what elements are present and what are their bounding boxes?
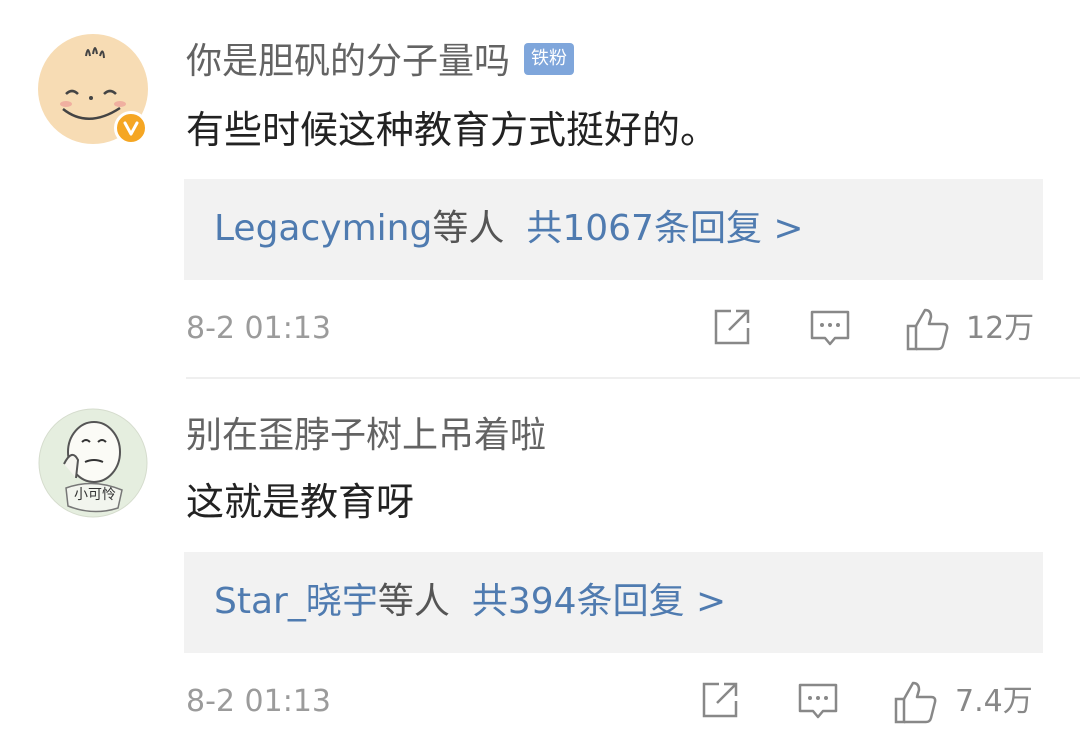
avatar[interactable]: 小可怜	[38, 408, 148, 518]
comment-item: 小可怜 别在歪脖子树上吊着啦 这就是教育呀 Star_晓宇等人 共394条回复 >…	[0, 378, 1080, 750]
reply-count-link[interactable]: 共1067条回复 >	[526, 208, 803, 249]
comment-content: 这就是教育呀	[186, 480, 415, 524]
fan-badge: 铁粉	[524, 43, 575, 75]
username[interactable]: 你是胆矾的分子量吗 铁粉	[186, 41, 575, 82]
thumbs-up-icon	[906, 308, 949, 351]
comment-icon	[798, 683, 838, 719]
like-button[interactable]	[892, 679, 938, 729]
username[interactable]: 别在歪脖子树上吊着啦	[186, 418, 546, 454]
reply-usernames[interactable]: Legacyming	[214, 208, 432, 249]
username-text[interactable]: 你是胆矾的分子量吗	[186, 41, 510, 82]
share-icon	[714, 309, 750, 345]
replies-summary[interactable]: Star_晓宇等人 共394条回复 >	[214, 584, 726, 620]
comment-meta: 8-2 01:13 12万	[0, 306, 1080, 356]
comment-content: 有些时候这种教育方式挺好的。	[186, 108, 719, 152]
comment-item: 你是胆矾的分子量吗 铁粉 有些时候这种教育方式挺好的。 Legacyming等人共…	[0, 0, 1080, 378]
reply-button[interactable]	[796, 679, 840, 727]
like-count: 12万	[966, 311, 1035, 346]
reply-others-label: 等人	[432, 208, 505, 249]
reply-others-label: 等人	[377, 581, 450, 622]
avatar-caption: 小可怜	[74, 487, 116, 503]
replies-box[interactable]: Star_晓宇等人 共394条回复 >	[184, 552, 1043, 653]
reply-count-link[interactable]: 共394条回复 >	[472, 581, 726, 622]
like-button[interactable]	[904, 306, 950, 356]
replies-summary[interactable]: Legacyming等人 共1067条回复 >	[214, 211, 804, 247]
share-icon	[702, 682, 738, 718]
share-button[interactable]	[711, 306, 753, 352]
comment-icon	[810, 310, 850, 346]
timestamp: 8-2 01:13	[186, 311, 331, 346]
reply-button[interactable]	[808, 306, 852, 354]
thumbs-up-icon	[894, 681, 937, 724]
replies-box[interactable]: Legacyming等人 共1067条回复 >	[184, 179, 1043, 280]
verified-v-icon	[114, 111, 148, 145]
avatar[interactable]	[38, 34, 148, 145]
timestamp: 8-2 01:13	[186, 684, 331, 719]
reply-usernames[interactable]: Star_晓宇	[214, 581, 378, 622]
comment-meta: 8-2 01:13 7.4万	[0, 679, 1080, 729]
like-count: 7.4万	[955, 684, 1033, 719]
share-button[interactable]	[699, 679, 741, 725]
